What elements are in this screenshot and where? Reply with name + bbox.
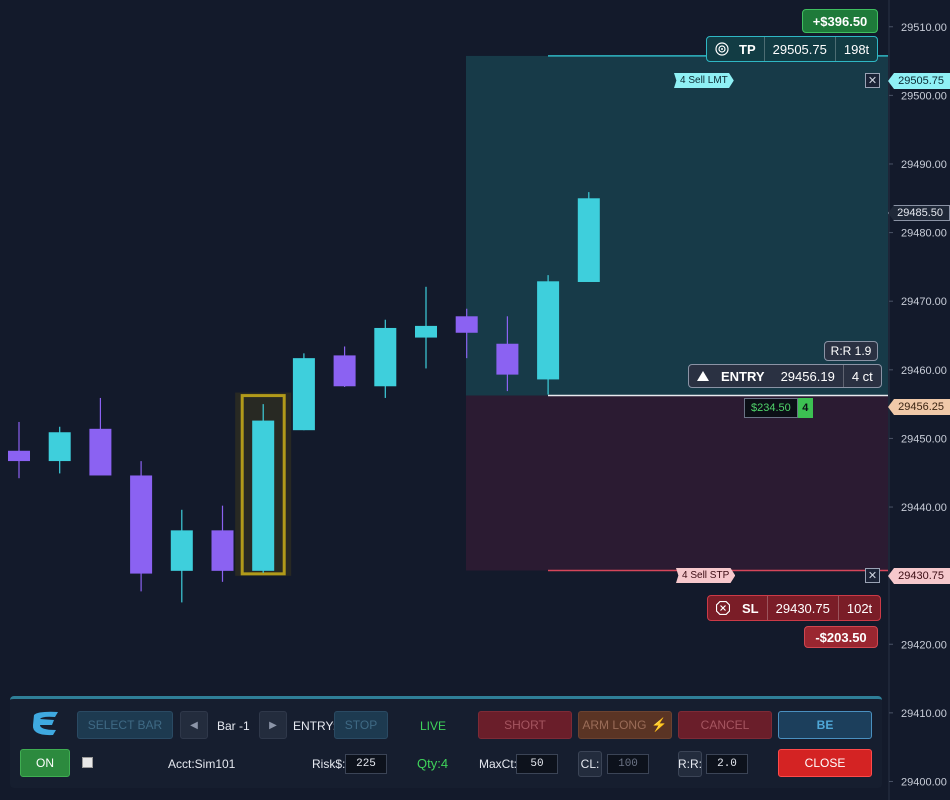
lightning-icon: ⚡ (651, 717, 668, 732)
tp-label: TP (739, 41, 756, 57)
maxct-input[interactable]: 50 (516, 754, 558, 774)
tp-price-tag: 29505.75 (888, 73, 950, 89)
sl-price-tag: 29430.75 (888, 568, 950, 584)
candle-body (415, 325, 437, 338)
take-profit-box[interactable]: TP 29505.75 198t (706, 36, 879, 62)
entry-pnl-value: $234.50 (744, 398, 798, 418)
arm-long-label: ARM LONG (582, 718, 647, 732)
close-button[interactable]: CLOSE (778, 749, 872, 777)
breakeven-button[interactable]: BE (778, 711, 872, 739)
logo-icon (28, 709, 62, 739)
rr-badge: R:R 1.9 (824, 341, 878, 361)
cl-label: CL: (578, 751, 602, 777)
sl-cancel-icon: SL (708, 596, 767, 620)
tp-order-tag[interactable]: 4 Sell LMT (674, 73, 734, 88)
on-toggle[interactable]: ON (20, 749, 70, 777)
sl-price: 29430.75 (766, 596, 838, 620)
select-bar-button[interactable]: SELECT BAR (77, 711, 173, 739)
arm-long-button[interactable]: ARM LONG ⚡ (578, 711, 672, 739)
sl-label: SL (742, 600, 759, 616)
trade-control-panel: SELECT BAR ◀ Bar -1 ▶ ENTRY: STOP LIVE S… (10, 696, 882, 788)
axis-tick-label: 29400.00 (901, 776, 947, 788)
candle-body (130, 475, 153, 574)
tp-price: 29505.75 (763, 37, 835, 61)
short-button[interactable]: SHORT (478, 711, 572, 739)
entry-price: 29456.19 (780, 368, 835, 384)
candle-body (577, 198, 600, 282)
candle-body (8, 450, 30, 462)
rr-input[interactable]: 2.0 (706, 754, 748, 774)
account-label: Acct:Sim101 (168, 757, 236, 771)
stop-button[interactable]: STOP (334, 711, 388, 739)
trading-window: 29510.00 29500.00 29490.00 29480.00 29470.00… (0, 0, 950, 800)
tp-ticks: 198t (834, 37, 877, 61)
target-icon: TP (707, 37, 764, 61)
rr-label: R:R: (678, 751, 702, 777)
entry-pnl: $234.50 4 (744, 398, 813, 418)
prev-bar-icon[interactable]: ◀ (180, 711, 208, 739)
option-checkbox[interactable] (82, 757, 93, 768)
axis-tick-label: 29510.00 (901, 22, 947, 34)
candle-body (537, 281, 560, 380)
qty-label: Qty:4 (417, 756, 449, 771)
candle-body (292, 358, 315, 431)
axis-tick-label: 29450.00 (901, 433, 947, 445)
candle-body (455, 316, 478, 333)
risk-label: Risk$: (312, 757, 346, 771)
bar-label: Bar -1 (217, 719, 250, 733)
entry-label: ENTRY (721, 368, 765, 384)
sl-order-tag[interactable]: 4 Sell STP (676, 568, 736, 583)
sl-close-icon[interactable]: ✕ (865, 568, 880, 583)
axis-tick-label: 29410.00 (901, 708, 947, 720)
axis-tick-label: 29420.00 (901, 639, 947, 651)
risk-input[interactable]: 225 (345, 754, 387, 774)
axis-tick-label: 29490.00 (901, 159, 947, 171)
axis-tick-label: 29440.00 (901, 502, 947, 514)
candle-body (48, 432, 71, 462)
next-bar-icon[interactable]: ▶ (259, 711, 287, 739)
sl-zone (466, 395, 888, 571)
axis-tick-label: 29470.00 (901, 296, 947, 308)
axis-tick-label: 29460.00 (901, 365, 947, 377)
live-status: LIVE (420, 719, 447, 733)
entry-contracts: 4 ct (842, 365, 881, 387)
stop-loss-box[interactable]: SL 29430.75 102t (707, 595, 882, 621)
axis-tick-label: 29500.00 (901, 90, 947, 102)
sl-pnl-badge: -$203.50 (804, 626, 878, 648)
candle-body (170, 530, 193, 571)
candle-body (333, 355, 356, 387)
axis-tick-label: 29480.00 (901, 228, 947, 240)
entry-arrow-icon: ENTRY (689, 365, 773, 387)
tp-close-icon[interactable]: ✕ (865, 73, 880, 88)
tp-pnl-badge: +$396.50 (802, 9, 878, 33)
cancel-button[interactable]: CANCEL (678, 711, 772, 739)
entry-qty: 4 (797, 398, 813, 418)
entry-type-label: ENTRY: (293, 719, 337, 733)
entry-price-tag: 29456.25 (888, 399, 950, 415)
candle-body (89, 428, 112, 476)
cl-input[interactable]: 100 (607, 754, 649, 774)
candle-body (374, 327, 397, 387)
tp-pnl-value: +$396.50 (812, 13, 868, 29)
current-price-tag: 29485.50 (888, 205, 950, 221)
maxct-label: MaxCt: (479, 757, 518, 771)
sl-pnl-value: -$203.50 (815, 629, 867, 645)
entry-box[interactable]: ENTRY 29456.19 4 ct (688, 364, 882, 388)
candle-body (211, 530, 234, 571)
candle-body (496, 343, 519, 375)
candle-body (252, 420, 275, 571)
sl-ticks: 102t (837, 596, 880, 620)
